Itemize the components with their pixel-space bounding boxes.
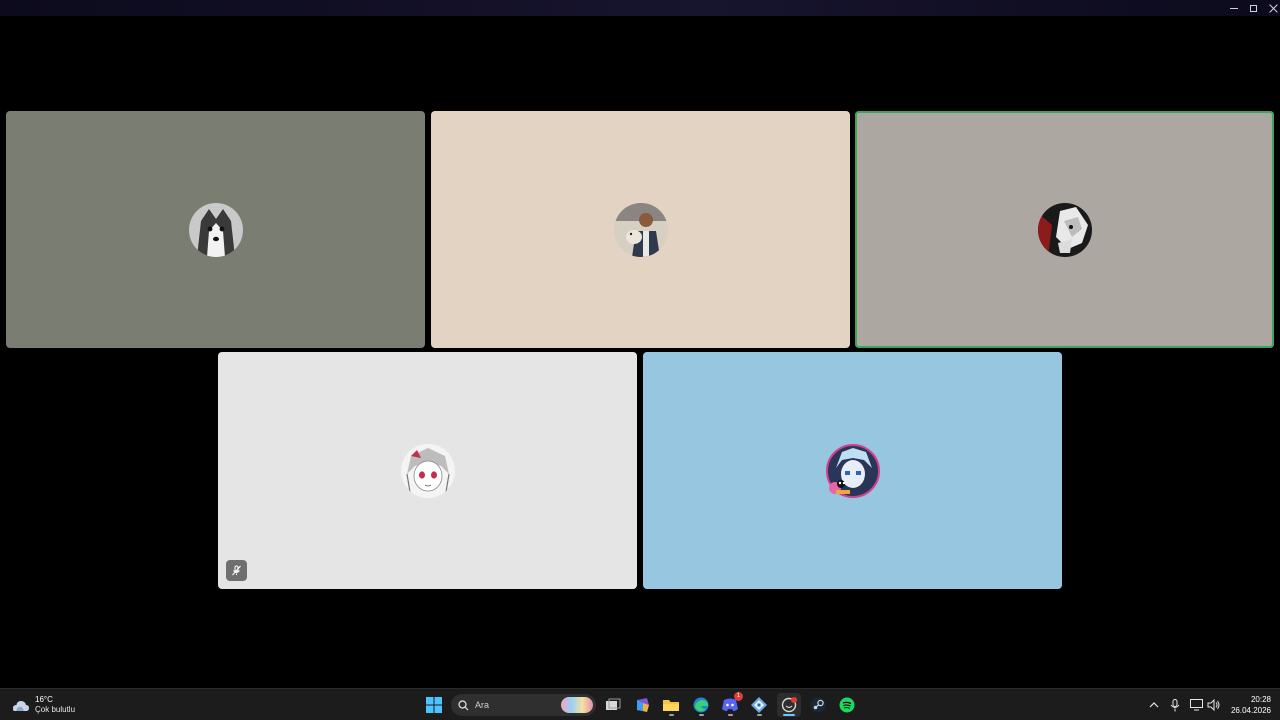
maximize-icon [1249,4,1257,12]
search-icon [458,699,469,710]
taskbar: 16°C Çok bulutlu Ara 1 20:28 26.04.2026 [0,688,1280,720]
search-box[interactable]: Ara [451,694,596,716]
close-button[interactable] [1262,0,1280,16]
participant-tile[interactable] [6,111,425,348]
start-button[interactable] [422,693,446,717]
cloud-icon [13,701,29,711]
participant-tile[interactable] [218,352,637,589]
taskbar-app-steam[interactable] [806,693,830,717]
running-indicator [757,714,762,716]
weather-description: Çok bulutlu [35,705,76,714]
taskbar-app[interactable] [747,693,771,717]
clock-date: 26.04.2026 [1230,706,1271,715]
muted-status-badge [226,560,247,581]
anime-girl-sketch-avatar [400,443,455,498]
clock-time: 20:28 [1250,695,1271,704]
clock[interactable]: 20:28 26.04.2026 [1225,694,1271,716]
running-indicator [699,714,704,716]
running-indicator [669,714,674,716]
taskbar-app-file-explorer[interactable] [659,693,683,717]
show-hidden-icons-button[interactable] [1146,697,1162,713]
active-app-icon [781,697,797,713]
tray-volume[interactable] [1205,697,1221,713]
search-highlight-image [561,697,593,713]
window-titlebar [0,0,1280,16]
taskbar-app-microsoft-365[interactable] [630,693,654,717]
anime-boy-pixel-avatar [825,443,880,498]
taskbar-app-spotify[interactable] [835,693,859,717]
search-placeholder: Ara [475,700,490,710]
participant-tile[interactable] [643,352,1062,589]
app-icon [751,697,767,713]
spotify-icon [839,697,855,713]
microphone-icon [1170,698,1180,711]
notification-badge: 1 [734,692,743,701]
minimize-icon [1230,7,1238,9]
participant-tile[interactable] [431,111,850,348]
task-view-icon [606,698,621,710]
steam-icon [810,697,826,713]
volume-icon [1207,699,1219,711]
tray-microphone[interactable] [1167,697,1183,713]
weather-widget[interactable]: 16°C Çok bulutlu [10,693,75,717]
windows-start-icon [426,697,442,713]
task-view-button[interactable] [601,693,625,717]
taskbar-app-discord[interactable]: 1 [718,692,743,717]
running-indicator [783,714,795,716]
microphone-off-icon [232,565,241,576]
black-white-dog-avatar [1037,202,1092,257]
man-holding-dog-avatar [613,202,668,257]
husky-dog-avatar [188,202,243,257]
close-icon [1269,4,1278,13]
maximize-button[interactable] [1242,0,1264,16]
file-explorer-icon [663,700,679,711]
running-indicator [728,714,733,716]
tray-network[interactable] [1188,697,1204,713]
participant-tile[interactable] [855,111,1274,348]
edge-icon [693,697,709,713]
microsoft-365-icon [637,698,649,712]
taskbar-app-edge[interactable] [689,693,713,717]
taskbar-app-active[interactable] [777,693,801,717]
display-icon [1189,699,1203,711]
chevron-up-icon [1149,702,1159,708]
weather-temperature: 16°C [35,695,53,704]
